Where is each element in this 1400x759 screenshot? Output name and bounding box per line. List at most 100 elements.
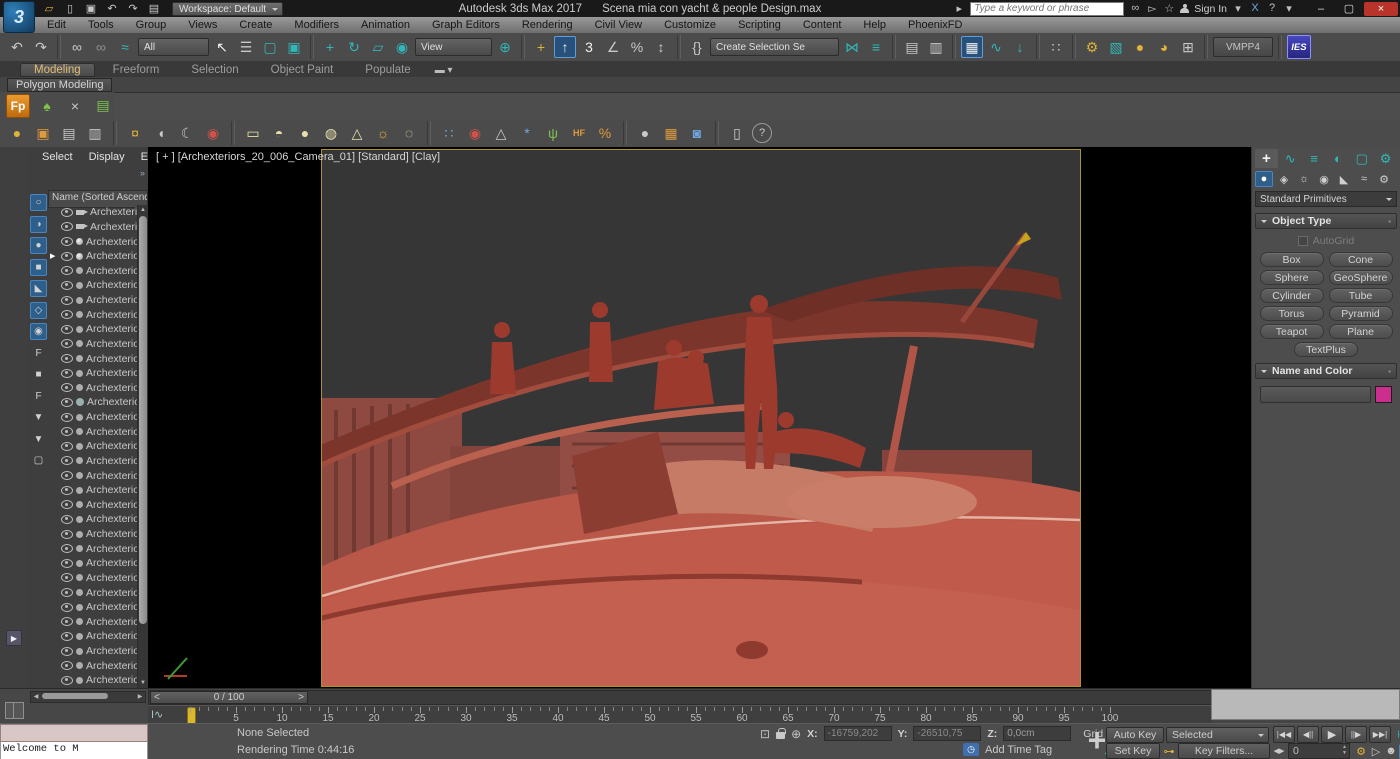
- eye-icon[interactable]: [61, 383, 73, 392]
- explorer-row[interactable]: Archexteriors: [48, 541, 138, 556]
- vray-sphere-icon[interactable]: ●: [634, 122, 656, 144]
- window-crossing-icon[interactable]: ▣: [283, 36, 305, 58]
- vray-last-render-icon[interactable]: ▣: [32, 122, 54, 144]
- explorer-row[interactable]: Archexteriors: [48, 351, 138, 366]
- play-button[interactable]: ▶: [1321, 726, 1343, 743]
- object-name-field[interactable]: [1260, 386, 1371, 403]
- menu-item[interactable]: Content: [792, 19, 853, 31]
- eye-icon[interactable]: [61, 617, 73, 626]
- named-selection-sets-icon[interactable]: {}: [686, 36, 708, 58]
- vray-asset-editor-icon[interactable]: ▥: [84, 122, 106, 144]
- ribbon-tab[interactable]: Modeling: [20, 63, 95, 77]
- eye-icon[interactable]: [61, 427, 73, 436]
- autogrid-checkbox[interactable]: [1298, 236, 1308, 246]
- render-setup-icon[interactable]: ⚙: [1081, 36, 1103, 58]
- eye-icon[interactable]: [61, 559, 73, 568]
- menu-item[interactable]: Civil View: [584, 19, 653, 31]
- vray-sphere-light-icon[interactable]: ●: [294, 122, 316, 144]
- maxscript-mini-listener[interactable]: Welcome to M: [0, 724, 148, 759]
- eye-icon[interactable]: [61, 296, 73, 305]
- mirror-icon[interactable]: ⋈: [841, 36, 863, 58]
- ribbon-media-icon[interactable]: ▬ ▾: [429, 64, 459, 77]
- unlink-selection-icon[interactable]: ∞: [90, 36, 112, 58]
- render-iterative-icon[interactable]: ◕: [1153, 36, 1175, 58]
- explorer-row[interactable]: Archexteriors: [48, 293, 138, 308]
- eye-icon[interactable]: [61, 281, 73, 290]
- eye-icon[interactable]: [61, 588, 73, 597]
- explorer-row[interactable]: Archexteriors: [48, 527, 138, 542]
- eye-icon[interactable]: [61, 456, 73, 465]
- filter-selection-icon[interactable]: ○: [30, 194, 47, 211]
- selection-filter-dropdown[interactable]: All: [138, 38, 209, 56]
- favorites-star-icon[interactable]: ☆: [1163, 2, 1175, 15]
- filter-frozen-icon[interactable]: F: [30, 345, 47, 362]
- object-type-button[interactable]: Sphere: [1260, 270, 1324, 285]
- forest-lister-icon[interactable]: ▤: [92, 95, 114, 117]
- object-type-button[interactable]: Tube: [1329, 288, 1393, 303]
- rect-selection-region-icon[interactable]: ▢: [259, 36, 281, 58]
- vray-metaball-icon[interactable]: *: [516, 122, 538, 144]
- pivot-center-icon[interactable]: ⊕: [494, 36, 516, 58]
- explorer-row[interactable]: Archexteriors: [48, 585, 138, 600]
- eye-icon[interactable]: [61, 369, 73, 378]
- menu-item[interactable]: Scripting: [727, 19, 792, 31]
- time-slider[interactable]: < 0 / 100 >: [150, 691, 308, 704]
- filter-shapes-icon[interactable]: ◇: [30, 302, 47, 319]
- cat-cameras[interactable]: ◉: [1315, 171, 1333, 187]
- cat-spacewarps[interactable]: ≈: [1355, 171, 1373, 187]
- redo-dropdown-icon[interactable]: ↷: [124, 2, 142, 16]
- filter-funnel-icon[interactable]: ▼: [30, 431, 47, 448]
- explorer-row[interactable]: Archexteriors: [48, 629, 138, 644]
- explorer-row[interactable]: Archexteriors: [48, 395, 138, 410]
- expand-arrow-icon[interactable]: ▶: [50, 252, 55, 260]
- add-time-tag-label[interactable]: Add Time Tag: [985, 744, 1052, 756]
- menu-item[interactable]: Group: [125, 19, 178, 31]
- menu-item[interactable]: PhoenixFD: [897, 19, 973, 31]
- ies-button[interactable]: IES: [1287, 35, 1311, 59]
- vray-grass-icon[interactable]: ψ: [542, 122, 564, 144]
- filter-lights-icon[interactable]: ●: [30, 237, 47, 254]
- mini-curve-editor-icon[interactable]: I∿: [151, 708, 163, 721]
- menu-item[interactable]: Graph Editors: [421, 19, 511, 31]
- eye-icon[interactable]: [61, 339, 73, 348]
- viewport-label[interactable]: [ + ] [Archexteriors_20_006_Camera_01] […: [156, 151, 440, 163]
- scroll-left-icon[interactable]: ◀: [31, 692, 41, 700]
- align-icon[interactable]: ≡: [865, 36, 887, 58]
- object-type-button[interactable]: Teapot: [1260, 324, 1324, 339]
- help-icon[interactable]: ?: [1266, 2, 1278, 15]
- ribbon-toggle-icon[interactable]: ▦: [961, 36, 983, 58]
- vray-night-icon[interactable]: ☾: [176, 122, 198, 144]
- ribbon-tab[interactable]: Populate: [351, 63, 424, 77]
- render-production-icon[interactable]: ●: [1129, 36, 1151, 58]
- vray-clipboard-icon[interactable]: ▯: [726, 122, 748, 144]
- menu-item[interactable]: Edit: [36, 19, 77, 31]
- vray-physical-camera-icon[interactable]: ◉: [202, 122, 224, 144]
- object-type-button[interactable]: TextPlus: [1294, 342, 1358, 357]
- explorer-row[interactable]: Archexteriors: [48, 498, 138, 513]
- filter-frozen2-icon[interactable]: F: [30, 388, 47, 405]
- eye-icon[interactable]: [61, 676, 73, 685]
- explorer-row[interactable]: Archexteriors: [48, 571, 138, 586]
- search-icon[interactable]: ∞: [1129, 2, 1141, 15]
- layer-explorer-toggle-icon[interactable]: ▥: [925, 36, 947, 58]
- menu-item[interactable]: Help: [852, 19, 897, 31]
- snap-3d-icon[interactable]: 3: [578, 36, 600, 58]
- explorer-menu-item[interactable]: Select: [34, 151, 81, 163]
- new-file-icon[interactable]: ▯: [61, 2, 79, 16]
- explorer-row[interactable]: Archexteriors: [48, 424, 138, 439]
- forestpack-icon[interactable]: Fp: [6, 94, 30, 118]
- save-file-icon[interactable]: ▣: [82, 2, 100, 16]
- tab-utilities[interactable]: ⚙: [1374, 149, 1397, 168]
- eye-icon[interactable]: [61, 632, 73, 641]
- explorer-menu-item[interactable]: Edit: [133, 151, 149, 163]
- ribbon-tab[interactable]: Object Paint: [257, 63, 348, 77]
- vray-render-icon[interactable]: ●: [6, 122, 28, 144]
- undo-icon[interactable]: ↶: [6, 36, 28, 58]
- vray-ies-light-icon[interactable]: △: [346, 122, 368, 144]
- prev-frame-button[interactable]: ◀||: [1297, 726, 1319, 743]
- filter-helpers-icon[interactable]: ◣: [30, 280, 47, 297]
- explorer-row[interactable]: Archexteriors: [48, 278, 138, 293]
- hscroll-thumb[interactable]: [42, 693, 108, 699]
- eye-icon[interactable]: [61, 252, 73, 261]
- position-key-icon[interactable]: ⊢: [1395, 727, 1400, 742]
